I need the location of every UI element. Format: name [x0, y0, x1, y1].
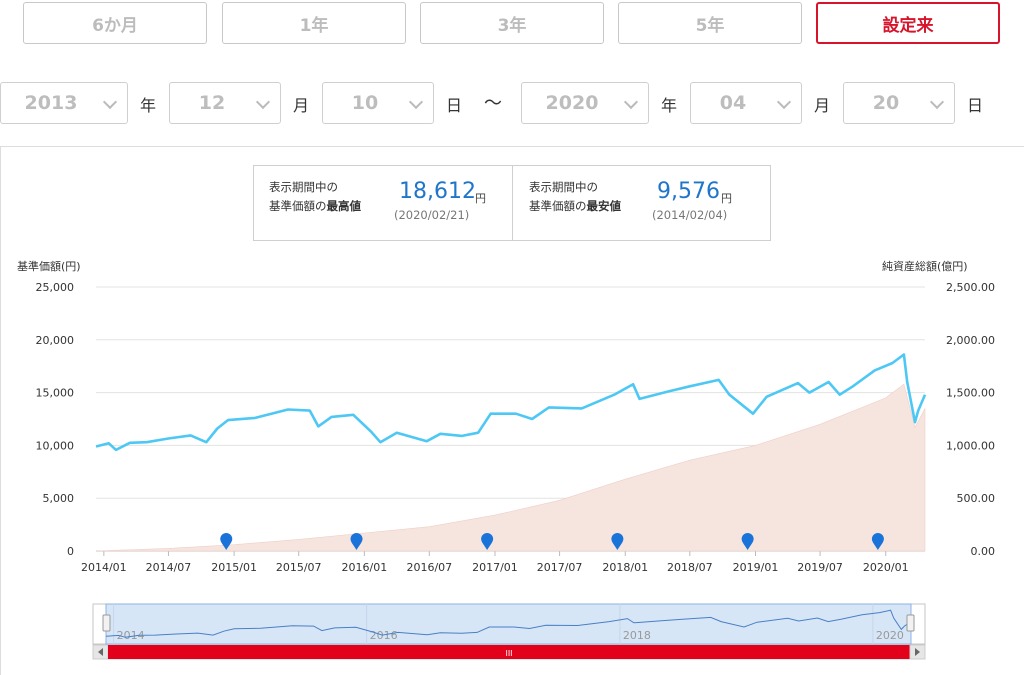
- navigator-right-handle[interactable]: [906, 614, 915, 632]
- navigator-year-label: 2016: [370, 629, 398, 642]
- scrollbar-thumb-grip: III: [505, 649, 512, 658]
- range-navigator[interactable]: 2014 2016 2018 2020 III: [0, 0, 1024, 675]
- navigator-year-label: 2020: [876, 629, 904, 642]
- navigator-selected-range: [105, 603, 912, 645]
- navigator-left-handle[interactable]: [102, 614, 111, 632]
- navigator-year-label: 2018: [623, 629, 651, 642]
